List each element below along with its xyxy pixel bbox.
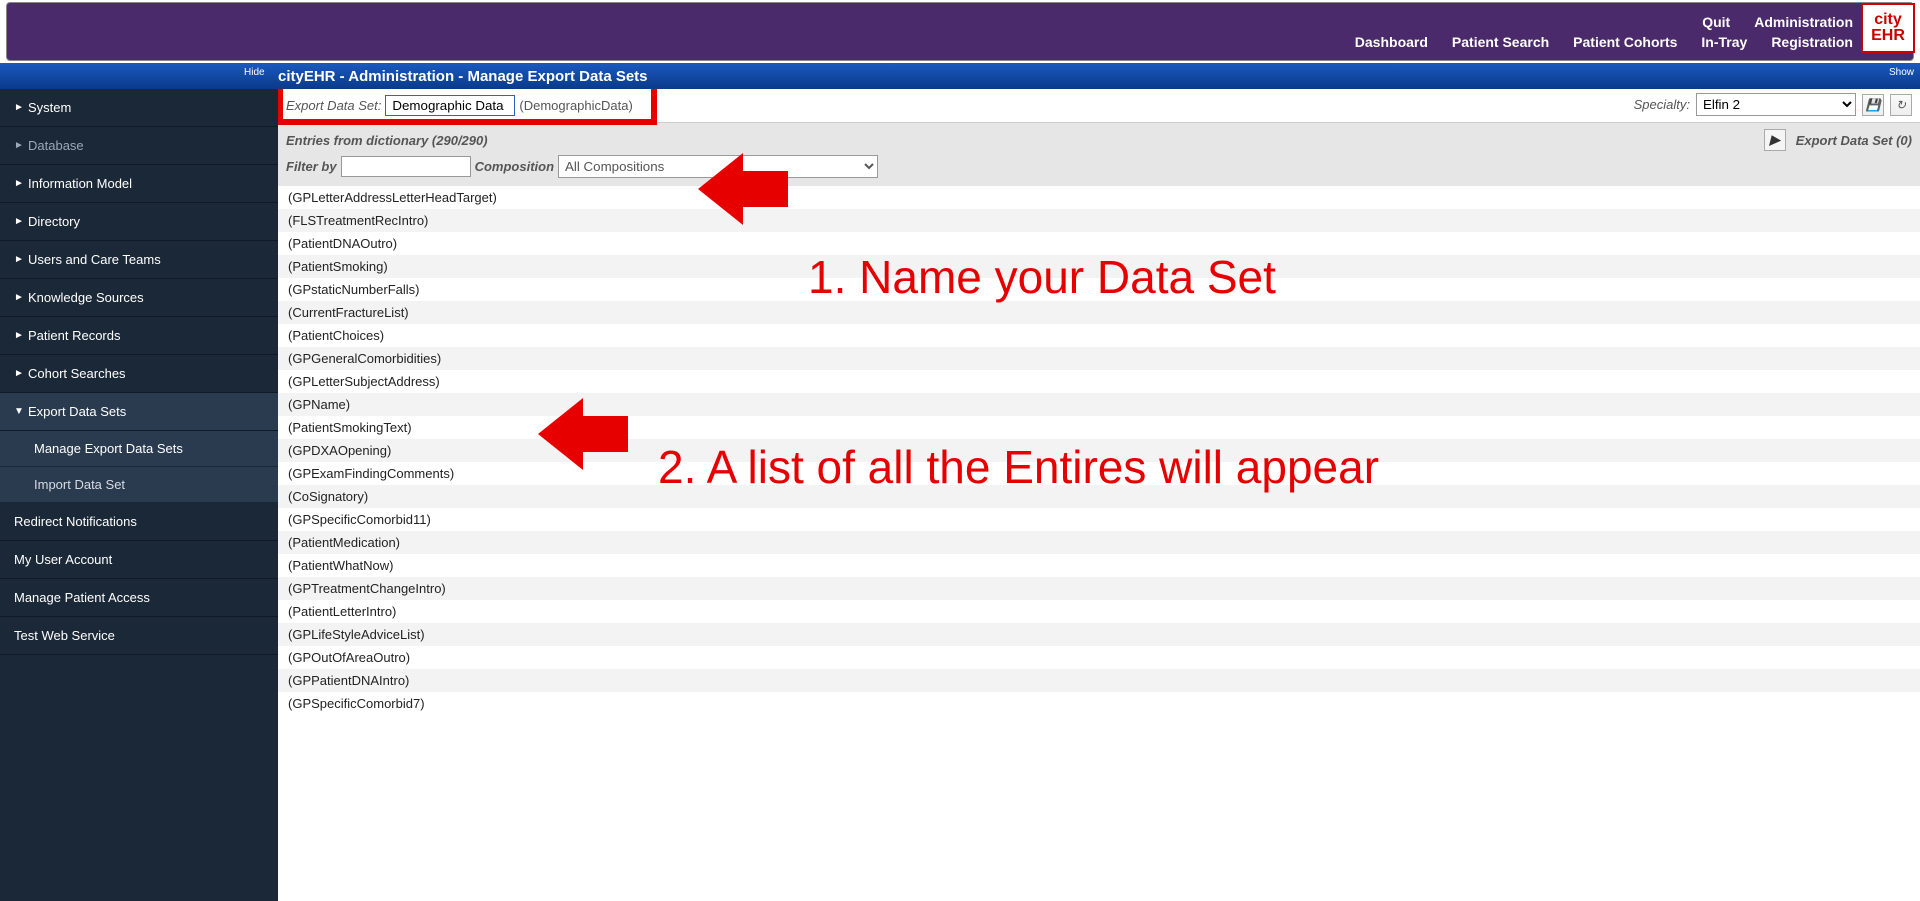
sidebar-label: Database <box>28 138 84 153</box>
topnav-dashboard[interactable]: Dashboard <box>1355 34 1428 50</box>
sidebar-patient-records[interactable]: ► Patient Records <box>0 317 278 355</box>
list-item[interactable]: (GPSpecificComorbid11) <box>278 508 1920 531</box>
chevron-right-icon: ► <box>14 140 28 151</box>
sidebar-label: Users and Care Teams <box>28 252 161 267</box>
list-item[interactable]: (PatientChoices) <box>278 324 1920 347</box>
list-item[interactable]: (PatientMedication) <box>278 531 1920 554</box>
chevron-right-icon: ► <box>14 292 28 303</box>
list-item[interactable]: (FLSTreatmentRecIntro) <box>278 209 1920 232</box>
specialty-select[interactable]: Elfin 2 <box>1696 93 1856 116</box>
list-item[interactable]: (GPstaticNumberFalls) <box>278 278 1920 301</box>
show-panel-link[interactable]: Show <box>1889 67 1914 78</box>
sidebar-label: Cohort Searches <box>28 366 126 381</box>
refresh-icon[interactable]: ↻ <box>1890 94 1912 116</box>
sub-manage-export-data-sets[interactable]: Manage Export Data Sets <box>0 431 278 467</box>
chevron-down-icon: ▼ <box>14 406 28 417</box>
sidebar-my-user-account[interactable]: My User Account <box>0 541 278 579</box>
sidebar-label: Information Model <box>28 176 132 191</box>
list-item[interactable]: (GPOutOfAreaOutro) <box>278 646 1920 669</box>
sidebar-label: Directory <box>28 214 80 229</box>
list-item[interactable]: (GPSpecificComorbid7) <box>278 692 1920 715</box>
list-item[interactable]: (PatientWhatNow) <box>278 554 1920 577</box>
sidebar-manage-patient-access[interactable]: Manage Patient Access <box>0 579 278 617</box>
list-item[interactable]: (CoSignatory) <box>278 485 1920 508</box>
list-item[interactable]: (GPLetterSubjectAddress) <box>278 370 1920 393</box>
chevron-right-icon: ► <box>14 178 28 189</box>
chevron-right-icon: ► <box>14 368 28 379</box>
list-item[interactable]: (GPLifeStyleAdviceList) <box>278 623 1920 646</box>
topnav-patient-cohorts[interactable]: Patient Cohorts <box>1573 34 1677 50</box>
export-data-set-label: Export Data Set: <box>286 98 381 113</box>
export-data-set-count-label: Export Data Set (0) <box>1796 133 1912 148</box>
topnav-registration[interactable]: Registration <box>1771 34 1853 50</box>
export-name-row: Export Data Set: (DemographicData) Speci… <box>278 89 1920 123</box>
topnav-administration[interactable]: Administration <box>1754 14 1853 30</box>
page-title-bar: Hide cityEHR - Administration - Manage E… <box>0 63 1920 89</box>
specialty-label: Specialty: <box>1634 97 1690 112</box>
list-item[interactable]: (GPTreatmentChangeIntro) <box>278 577 1920 600</box>
sidebar-knowledge-sources[interactable]: ► Knowledge Sources <box>0 279 278 317</box>
top-navigation-bar: Quit Administration Dashboard Patient Se… <box>6 2 1914 61</box>
chevron-right-icon: ► <box>14 216 28 227</box>
list-item[interactable]: (GPExamFindingComments) <box>278 462 1920 485</box>
sidebar-information-model[interactable]: ► Information Model <box>0 165 278 203</box>
sidebar-label: Patient Records <box>28 328 121 343</box>
sidebar-redirect-notifications[interactable]: Redirect Notifications <box>0 503 278 541</box>
dictionary-header: Entries from dictionary (290/290) ▶ Expo… <box>278 123 1920 186</box>
sidebar-users-care-teams[interactable]: ► Users and Care Teams <box>0 241 278 279</box>
dictionary-entries-list[interactable]: (GPLetterAddressLetterHeadTarget) (FLSTr… <box>278 186 1920 901</box>
list-item[interactable]: (PatientDNAOutro) <box>278 232 1920 255</box>
filter-input[interactable] <box>341 156 471 177</box>
sidebar-database[interactable]: ► Database <box>0 127 278 165</box>
topnav-patient-search[interactable]: Patient Search <box>1452 34 1549 50</box>
sidebar-system[interactable]: ► System <box>0 89 278 127</box>
filter-by-label: Filter by <box>286 159 337 174</box>
sidebar-directory[interactable]: ► Directory <box>0 203 278 241</box>
list-item[interactable]: (GPLetterAddressLetterHeadTarget) <box>278 186 1920 209</box>
sidebar-cohort-searches[interactable]: ► Cohort Searches <box>0 355 278 393</box>
list-item[interactable]: (PatientSmoking) <box>278 255 1920 278</box>
export-data-set-id: (DemographicData) <box>519 98 632 113</box>
logo-city: city <box>1874 12 1902 28</box>
content-area: Export Data Set: (DemographicData) Speci… <box>278 89 1920 901</box>
save-icon[interactable]: 💾 <box>1862 94 1884 116</box>
sidebar-label: Knowledge Sources <box>28 290 144 305</box>
cityehr-logo: city EHR <box>1861 3 1915 53</box>
list-item[interactable]: (GPGeneralComorbidities) <box>278 347 1920 370</box>
list-item[interactable]: (GPName) <box>278 393 1920 416</box>
top-links: Quit Administration Dashboard Patient Se… <box>1355 3 1853 60</box>
chevron-right-icon: ► <box>14 330 28 341</box>
entries-count-label: Entries from dictionary (290/290) <box>286 133 488 148</box>
logo-ehr: EHR <box>1871 28 1905 44</box>
list-item[interactable]: (PatientSmokingText) <box>278 416 1920 439</box>
sidebar: ► System ► Database ► Information Model … <box>0 89 278 901</box>
move-right-icon[interactable]: ▶ <box>1764 129 1786 151</box>
list-item[interactable]: (GPPatientDNAIntro) <box>278 669 1920 692</box>
chevron-right-icon: ► <box>14 254 28 265</box>
topnav-intray[interactable]: In-Tray <box>1701 34 1747 50</box>
sidebar-label: System <box>28 100 71 115</box>
page-title: cityEHR - Administration - Manage Export… <box>278 68 648 85</box>
list-item[interactable]: (CurrentFractureList) <box>278 301 1920 324</box>
list-item[interactable]: (PatientLetterIntro) <box>278 600 1920 623</box>
composition-select[interactable]: All Compositions <box>558 155 878 178</box>
hide-sidebar-link[interactable]: Hide <box>244 67 265 78</box>
topnav-quit[interactable]: Quit <box>1702 14 1730 30</box>
sidebar-label: Export Data Sets <box>28 404 126 419</box>
chevron-right-icon: ► <box>14 102 28 113</box>
sub-import-data-set[interactable]: Import Data Set <box>0 467 278 503</box>
sidebar-test-web-service[interactable]: Test Web Service <box>0 617 278 655</box>
export-data-set-input[interactable] <box>385 95 515 116</box>
sidebar-export-data-sets[interactable]: ▼ Export Data Sets <box>0 393 278 431</box>
composition-label: Composition <box>475 159 554 174</box>
list-item[interactable]: (GPDXAOpening) <box>278 439 1920 462</box>
